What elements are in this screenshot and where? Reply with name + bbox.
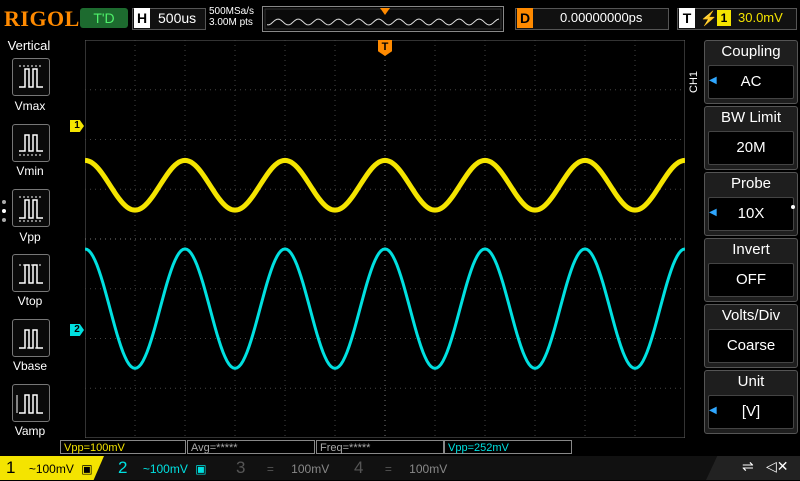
trigger-label: T [679, 8, 695, 28]
timebase-value: 500us [158, 10, 197, 26]
vbase-label: Vbase [12, 359, 48, 373]
vamp-icon [16, 394, 43, 414]
vpp-label: Vpp [19, 230, 41, 244]
unit-menu[interactable]: Unit [V] ◀ [704, 370, 798, 434]
memory-overview-strip[interactable] [262, 6, 504, 32]
horizontal-label: H [134, 8, 150, 28]
ch3-status[interactable]: 3 = 100mV [230, 456, 340, 480]
ch2-coupling: ~ [142, 462, 150, 476]
probe-value: 10X [708, 197, 794, 231]
vtop-button[interactable] [12, 254, 50, 292]
vtop-icon [19, 264, 43, 284]
rising-edge-icon: ⚡ [700, 10, 718, 26]
probe-menu[interactable]: Probe 10X ◀ [704, 172, 798, 236]
trigger-source: 1 [717, 10, 731, 26]
waveform-display[interactable] [85, 40, 685, 438]
vmin-icon [19, 134, 43, 156]
vamp-label: Vamp [14, 424, 46, 438]
vamp-button[interactable] [12, 384, 50, 422]
left-arrow-icon: ◀ [709, 207, 717, 218]
rigol-logo: RIGOL [4, 6, 80, 31]
unit-title: Unit [737, 373, 765, 390]
measurement-freq: Freq=***** [316, 440, 444, 454]
ch2-scale: 100mV [149, 462, 188, 476]
coupling-title: Coupling [721, 43, 781, 60]
left-arrow-icon: ◀ [709, 405, 717, 416]
vpp-icon [19, 196, 43, 222]
left-arrow-icon: ◀ [709, 75, 717, 86]
ch2-status[interactable]: 2 ~100mV ▣ [112, 456, 222, 480]
ch4-number: 4 [354, 458, 364, 477]
ch1-offset-marker[interactable]: 1 [70, 120, 84, 132]
volts-div-title: Volts/Div [721, 307, 781, 324]
ch1-number: 1 [6, 458, 16, 477]
sample-rate: 500MSa/s [209, 6, 255, 17]
invert-value: OFF [708, 263, 794, 297]
invert-title: Invert [732, 241, 770, 258]
bw-limit-icon: ▣ [195, 462, 207, 476]
vbase-button[interactable] [12, 319, 50, 357]
bw-limit-value: 20M [708, 131, 794, 165]
vmin-button[interactable] [12, 124, 50, 162]
volts-div-value: Coarse [708, 329, 794, 363]
ch1-status[interactable]: 1 ~100mV ▣ [0, 456, 104, 480]
vmax-icon [19, 65, 43, 88]
page-indicator [2, 200, 6, 227]
channel-menu-tab: CH1 [688, 71, 700, 94]
trigger-level: 30.0mV [738, 10, 783, 25]
delay-value: 0.00000000ps [560, 10, 643, 25]
coupling-value: AC [708, 65, 794, 99]
coupling-menu[interactable]: Coupling AC ◀ [704, 40, 798, 104]
bw-limit-icon: ▣ [81, 462, 93, 476]
ch3-scale: 100mV [291, 462, 330, 476]
vbase-icon [19, 329, 43, 349]
bw-limit-title: BW Limit [721, 109, 781, 126]
memory-depth: 3.00M pts [209, 17, 253, 28]
ch4-status[interactable]: 4 = 100mV [348, 456, 458, 480]
ch4-scale: 100mV [409, 462, 448, 476]
ch1-coupling: ~ [28, 462, 36, 476]
delay-label: D [517, 8, 533, 28]
invert-menu[interactable]: Invert OFF [704, 238, 798, 302]
trigger-status-badge: T'D [80, 8, 128, 28]
vtop-label: Vtop [17, 294, 43, 308]
vmin-label: Vmin [16, 164, 44, 178]
ch2-offset-marker[interactable]: 2 [70, 324, 84, 336]
volts-div-menu[interactable]: Volts/Div Coarse [704, 304, 798, 368]
measurement-vpp-ch2: Vpp=252mV [444, 440, 572, 454]
bw-limit-menu[interactable]: BW Limit 20M [704, 106, 798, 170]
probe-title: Probe [730, 175, 772, 192]
vpp-button[interactable] [12, 189, 50, 227]
speaker-mute-icon[interactable]: ◁✕ [766, 458, 789, 475]
sidebar-title: Vertical [7, 38, 51, 53]
memory-waveform-preview [264, 8, 502, 30]
ch1-scale: 100mV [35, 462, 74, 476]
vmax-button[interactable] [12, 58, 50, 96]
ch3-number: 3 [236, 458, 246, 477]
menu-page-indicator [791, 205, 795, 214]
ch3-coupling: = [266, 462, 274, 476]
unit-value: [V] [708, 395, 794, 429]
measurement-vpp-ch1: Vpp=100mV [60, 440, 186, 454]
vmax-label: Vmax [14, 99, 46, 113]
ch4-coupling: = [384, 462, 392, 476]
measurement-avg: Avg=***** [187, 440, 315, 454]
usb-icon: ⇌ [742, 458, 754, 474]
ch2-number: 2 [118, 458, 128, 477]
